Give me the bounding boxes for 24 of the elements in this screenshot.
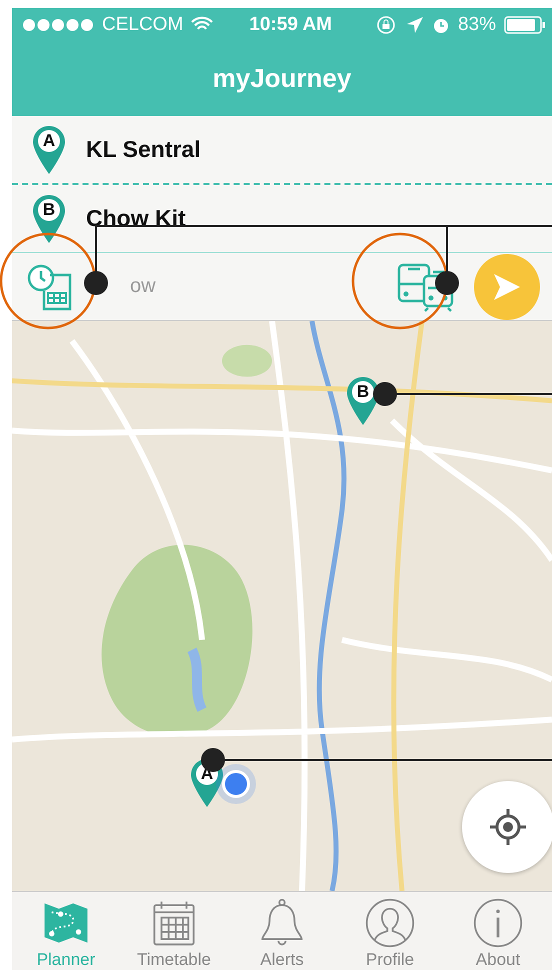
stop-name[interactable]: KL Sentral [86,136,201,163]
app-title: myJourney [212,63,352,94]
tab-bar-item[interactable]: Planner [16,892,116,970]
crosshair-icon [489,808,527,846]
location-arrow-icon [406,16,424,34]
send-arrow-icon [492,272,522,302]
pin-icon [32,124,66,174]
tab-bar-item[interactable]: Timetable [124,892,224,970]
battery-icon [504,16,546,34]
pin-letter: A [42,130,56,150]
battery-percent: 83% [458,14,496,36]
clock-time: 10:59 AM [249,14,332,36]
departure-time-field[interactable]: ow [74,275,396,298]
tab-bar-item[interactable]: Alerts [232,892,332,970]
tab-bar-item[interactable]: About [448,892,548,970]
carrier-name: CELCOM [102,14,184,36]
tab-bar-item[interactable]: Profile [340,892,440,970]
rotation-lock-icon [376,14,398,34]
pin-icon [32,194,66,244]
schedule-time-button[interactable] [26,262,74,310]
signal-icon [22,18,94,32]
pin-icon [346,376,380,426]
pin-letter: B [42,200,56,220]
pin-letter: B [356,382,370,402]
